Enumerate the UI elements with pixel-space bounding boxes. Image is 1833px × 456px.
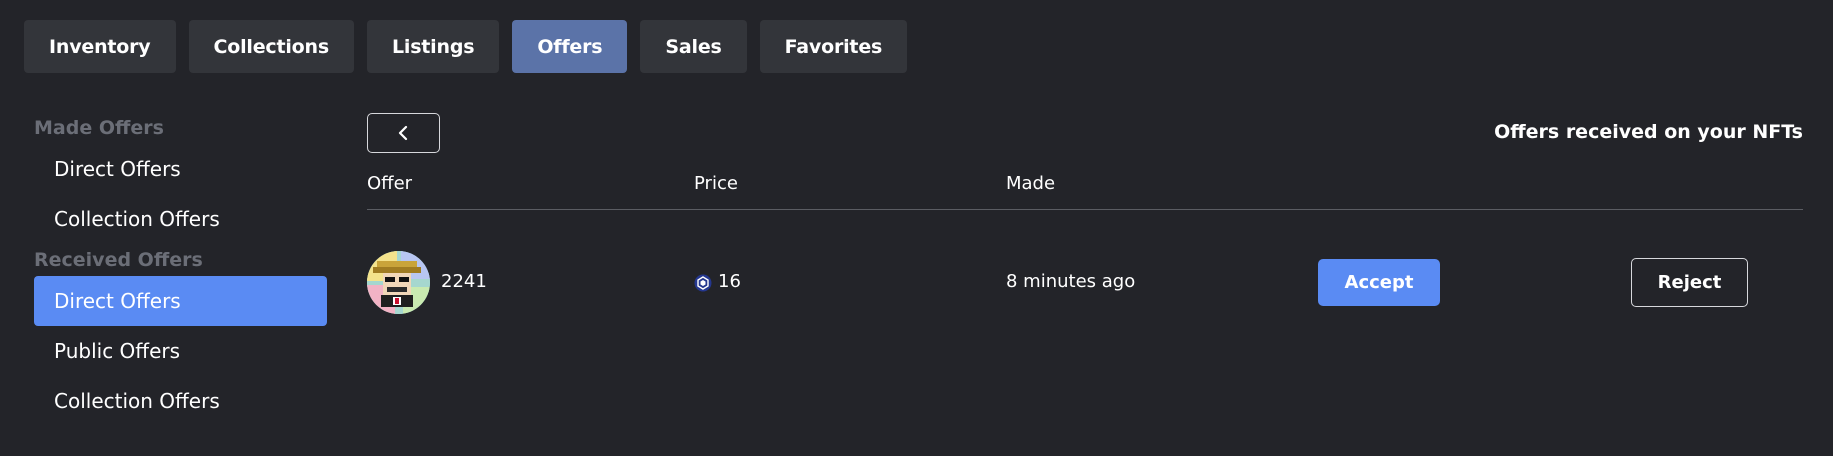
cronos-coin-icon: [694, 274, 712, 292]
offer-made-time: 8 minutes ago: [1006, 271, 1136, 292]
column-header-offer: Offer: [367, 173, 413, 194]
tab-offers[interactable]: Offers: [512, 20, 628, 73]
sidebar-item-made-direct-offers[interactable]: Direct Offers: [34, 144, 327, 194]
section-made-offers: Made Offers: [34, 117, 164, 139]
reject-button[interactable]: Reject: [1631, 258, 1748, 307]
offer-price: 16: [718, 271, 741, 292]
section-received-offers: Received Offers: [34, 249, 203, 271]
table-row: 2241 16 8 minutes ago Accept Reject: [367, 251, 1803, 315]
tab-favorites[interactable]: Favorites: [759, 20, 908, 73]
offer-token-id: 2241: [441, 271, 487, 292]
sidebar-item-received-public-offers[interactable]: Public Offers: [34, 326, 327, 376]
tab-sales[interactable]: Sales: [640, 20, 747, 73]
tab-listings[interactable]: Listings: [366, 20, 500, 73]
back-button[interactable]: [367, 113, 440, 153]
sidebar-item-received-collection-offers[interactable]: Collection Offers: [34, 376, 327, 426]
tab-inventory[interactable]: Inventory: [24, 20, 176, 73]
nft-avatar-image: [367, 251, 430, 314]
column-header-price: Price: [694, 173, 738, 194]
top-tab-bar: Inventory Collections Listings Offers Sa…: [24, 20, 908, 73]
nft-avatar[interactable]: [367, 251, 430, 314]
accept-button[interactable]: Accept: [1318, 259, 1440, 306]
sidebar-item-made-collection-offers[interactable]: Collection Offers: [34, 194, 327, 244]
table-header: Offer Price Made: [367, 173, 1803, 210]
tab-collections[interactable]: Collections: [188, 20, 354, 73]
sidebar-item-received-direct-offers[interactable]: Direct Offers: [34, 276, 327, 326]
page-title: Offers received on your NFTs: [1494, 121, 1803, 143]
column-header-made: Made: [1006, 173, 1056, 194]
offers-sidebar: Made Offers Direct Offers Collection Off…: [34, 112, 327, 426]
chevron-left-icon: [398, 125, 407, 141]
